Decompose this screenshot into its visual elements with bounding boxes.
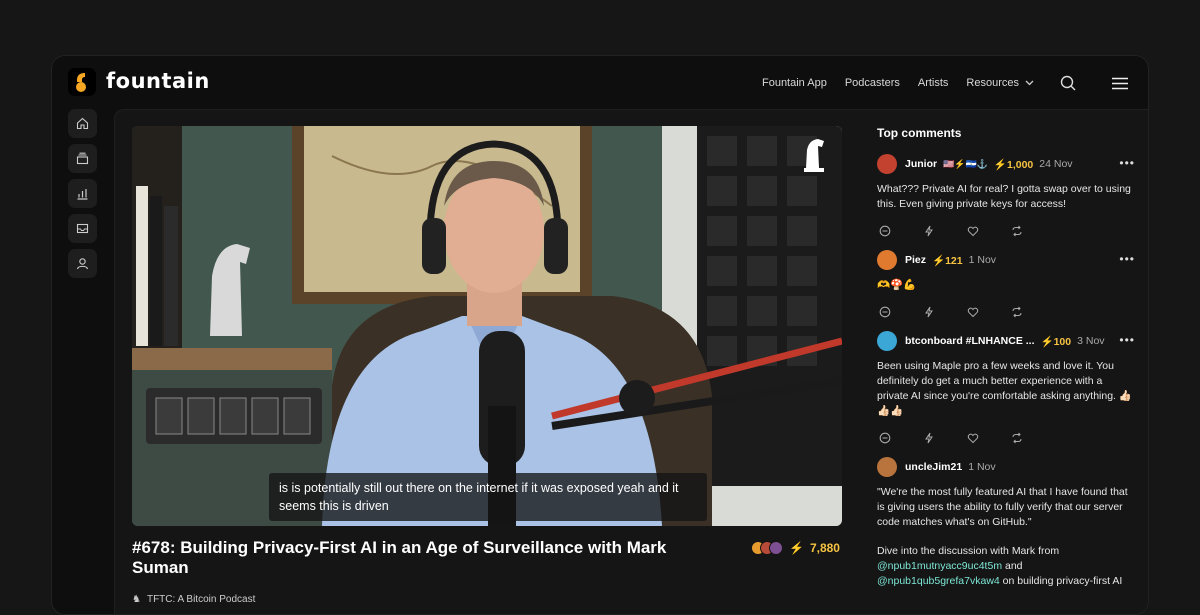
- more-options-icon[interactable]: •••: [1119, 333, 1135, 347]
- comment-zaps: ⚡1,000: [993, 158, 1034, 171]
- like-icon[interactable]: [967, 306, 979, 318]
- comment-text-line: on building privacy-first AI: [999, 575, 1123, 587]
- comment-text: 🫶🍄💪: [877, 279, 917, 291]
- comment-item: uncleJim21 1 Nov "We're the most fully f…: [877, 457, 1135, 589]
- avatar[interactable]: [877, 250, 897, 270]
- comment-zap-count: 100: [1053, 335, 1072, 348]
- comment-date: 3 Nov: [1077, 335, 1105, 347]
- video-frame: [132, 126, 842, 526]
- comment-text-line: and: [1002, 560, 1023, 572]
- comment-header: Piez ⚡121 1 Nov •••: [877, 250, 1135, 270]
- fountain-logo-icon[interactable]: [68, 68, 96, 96]
- video-player[interactable]: is is potentially still out there on the…: [132, 126, 842, 526]
- menu-icon[interactable]: [1112, 77, 1128, 90]
- avatar[interactable]: [877, 457, 897, 477]
- rail-inbox-button[interactable]: [68, 214, 97, 243]
- comment-username[interactable]: btconboard #LNHANCE ...: [905, 335, 1035, 347]
- like-icon[interactable]: [967, 225, 979, 237]
- avatar[interactable]: [877, 331, 897, 351]
- zapper-avatars: [751, 541, 783, 555]
- nav-resources[interactable]: Resources: [966, 77, 1034, 89]
- nav-artists[interactable]: Artists: [918, 77, 949, 89]
- comment-header: Junior 🇺🇸⚡🇸🇻⚓ ⚡1,000 24 Nov •••: [877, 154, 1135, 174]
- app-window: fountain Fountain App Podcasters Artists…: [51, 55, 1149, 615]
- comment-zap-count: 121: [945, 254, 963, 267]
- comment-username[interactable]: Piez: [905, 254, 926, 266]
- episode-zaps[interactable]: ⚡ 7,880: [751, 541, 840, 555]
- comment-item: Junior 🇺🇸⚡🇸🇻⚓ ⚡1,000 24 Nov ••• What??? …: [877, 154, 1135, 238]
- stats-icon: [77, 189, 88, 200]
- comment-username[interactable]: Junior: [905, 158, 937, 170]
- comment-text-continued: Dive into the discussion with Mark from …: [877, 544, 1135, 589]
- rail-library-button[interactable]: [68, 144, 97, 173]
- home-icon: [76, 117, 89, 130]
- reply-icon[interactable]: [879, 306, 891, 318]
- reply-icon[interactable]: [879, 432, 891, 444]
- comment-item: Piez ⚡121 1 Nov ••• 🫶🍄💪: [877, 250, 1135, 319]
- zap-icon[interactable]: [923, 225, 935, 237]
- main-nav: Fountain App Podcasters Artists Resource…: [762, 56, 1128, 110]
- rail-profile-button[interactable]: [68, 249, 97, 278]
- episode-title: #678: Building Privacy-First AI in an Ag…: [132, 538, 667, 577]
- npub-link[interactable]: @npub1mutnyacc9uc4t5m: [877, 560, 1002, 572]
- profile-icon: [76, 258, 89, 270]
- comment-zaps: ⚡121: [932, 254, 963, 267]
- top-header: fountain Fountain App Podcasters Artists…: [52, 56, 1148, 110]
- nav-resources-label: Resources: [966, 77, 1019, 89]
- repost-icon[interactable]: [1011, 306, 1023, 318]
- episode-zap-count: 7,880: [809, 541, 840, 555]
- zapper-avatar: [769, 541, 783, 555]
- comment-actions: [877, 305, 1135, 319]
- left-rail: [68, 109, 98, 284]
- search-icon[interactable]: [1060, 75, 1076, 91]
- comment-text: What??? Private AI for real? I gotta swa…: [877, 183, 1131, 210]
- nav-podcasters[interactable]: Podcasters: [845, 77, 900, 89]
- comment-actions: [877, 224, 1135, 238]
- more-options-icon[interactable]: •••: [1119, 252, 1135, 266]
- npub-link[interactable]: @npub1qub5grefa7vkaw4: [877, 575, 1000, 587]
- video-caption: is is potentially still out there on the…: [269, 473, 707, 521]
- brand-name[interactable]: fountain: [106, 69, 210, 93]
- comment-date: 1 Nov: [968, 461, 996, 473]
- chevron-down-icon: [1025, 80, 1034, 86]
- comment-item: btconboard #LNHANCE ... ⚡100 3 Nov ••• B…: [877, 331, 1135, 445]
- library-icon: [76, 152, 89, 165]
- zap-icon[interactable]: [923, 432, 935, 444]
- reply-icon[interactable]: [879, 225, 891, 237]
- comment-text: "We're the most fully featured AI that I…: [877, 486, 1128, 528]
- comment-username[interactable]: uncleJim21: [905, 461, 962, 473]
- repost-icon[interactable]: [1011, 432, 1023, 444]
- comment-date: 1 Nov: [968, 254, 997, 266]
- comment-actions: [877, 431, 1135, 445]
- more-options-icon[interactable]: •••: [1119, 156, 1135, 170]
- repost-icon[interactable]: [1011, 225, 1023, 237]
- comment-flair: 🇺🇸⚡🇸🇻⚓: [943, 158, 988, 169]
- comment-zap-count: 1,000: [1007, 158, 1034, 171]
- main-panel: is is potentially still out there on the…: [114, 109, 1148, 614]
- avatar[interactable]: [877, 154, 897, 174]
- like-icon[interactable]: [967, 432, 979, 444]
- inbox-icon: [76, 223, 89, 234]
- nav-fountain-app[interactable]: Fountain App: [762, 77, 827, 89]
- comments-heading: Top comments: [877, 126, 962, 140]
- comment-header: btconboard #LNHANCE ... ⚡100 3 Nov •••: [877, 331, 1135, 351]
- rail-home-button[interactable]: [68, 109, 97, 138]
- zap-icon[interactable]: [923, 306, 935, 318]
- comment-header: uncleJim21 1 Nov: [877, 457, 1135, 477]
- comment-date: 24 Nov: [1039, 158, 1073, 170]
- zap-bolt-icon: ⚡: [789, 541, 804, 555]
- comment-text: Been using Maple pro a few weeks and lov…: [877, 360, 1132, 417]
- comments-section: Top comments Junior 🇺🇸⚡🇸🇻⚓ ⚡1,000 24 Nov…: [877, 126, 1135, 601]
- comment-text-line: Dive into the discussion with Mark from: [877, 545, 1060, 557]
- comment-zaps: ⚡100: [1040, 335, 1072, 348]
- rail-stats-button[interactable]: [68, 179, 97, 208]
